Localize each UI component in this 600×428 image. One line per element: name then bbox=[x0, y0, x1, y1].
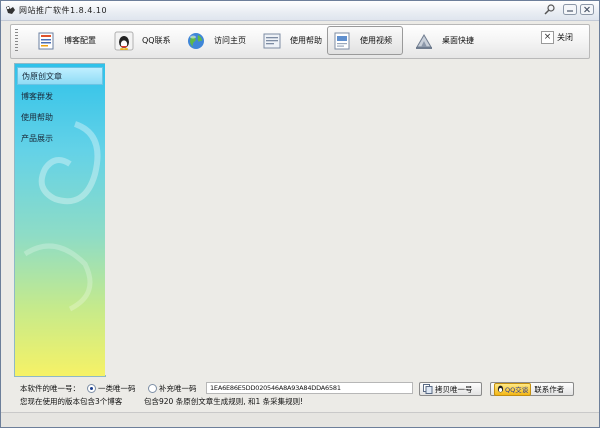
unique-code-field[interactable]: 1EA6E86E5DD020546A8A93A84DDA6581 bbox=[206, 382, 413, 394]
toolbar-desktop-shortcut-button[interactable]: 桌面快捷 bbox=[409, 26, 479, 55]
radio-primary-code-label[interactable]: 一类唯一码 bbox=[98, 383, 136, 394]
status-bar bbox=[1, 412, 599, 427]
main-toolbar: 博客配置 QQ联系 访问主页 使用帮助 使用视频 桌面快捷 × 关闭 bbox=[10, 24, 590, 59]
sidebar-item-pseudo-original[interactable]: 伪原创文章 bbox=[17, 67, 103, 85]
toolbar-qq-contact-button[interactable]: QQ联系 bbox=[109, 26, 176, 55]
footer-panel: 本软件的唯一号： 一类唯一码 补充唯一码 1EA6E86E5DD020546A8… bbox=[10, 378, 588, 410]
main-content-area bbox=[105, 63, 588, 375]
qq-penguin-icon bbox=[114, 31, 134, 50]
toolbar-desktop-shortcut-label: 桌面快捷 bbox=[442, 36, 474, 45]
radio-secondary-code[interactable] bbox=[148, 384, 157, 393]
toolbar-qq-contact-label: QQ联系 bbox=[142, 36, 171, 45]
minimize-icon[interactable] bbox=[563, 4, 577, 15]
radio-secondary-code-label[interactable]: 补充唯一码 bbox=[159, 383, 197, 394]
toolbar-help-button[interactable]: 使用帮助 bbox=[257, 26, 327, 55]
desktop-shortcut-icon bbox=[416, 33, 432, 49]
window-title: 网站推广软件1.8.4.10 bbox=[19, 6, 108, 15]
copy-code-label: 拷贝唯一号 bbox=[435, 384, 473, 394]
toolbar-blog-config-label: 博客配置 bbox=[64, 36, 96, 45]
sidebar-nav: 伪原创文章 博客群发 使用帮助 产品展示 bbox=[14, 63, 106, 377]
contact-author-button[interactable]: QQ交谈 联系作者 bbox=[490, 382, 574, 396]
close-window-icon[interactable] bbox=[580, 4, 594, 15]
toolbar-video-button[interactable]: 使用视频 bbox=[327, 26, 403, 55]
sidebar-item-help[interactable]: 使用帮助 bbox=[17, 109, 103, 127]
copy-icon bbox=[423, 384, 433, 394]
qq-chat-badge-label: QQ交谈 bbox=[505, 386, 529, 394]
unique-id-label: 本软件的唯一号： bbox=[20, 384, 80, 393]
toolbar-close-button[interactable]: × 关闭 bbox=[541, 31, 573, 44]
qq-chat-badge: QQ交谈 bbox=[494, 382, 532, 396]
copy-code-button[interactable]: 拷贝唯一号 bbox=[419, 382, 482, 396]
search-icon[interactable] bbox=[544, 4, 556, 15]
toolbar-home-label: 访问主页 bbox=[214, 36, 246, 45]
app-window: 网站推广软件1.8.4.10 博客配置 QQ联系 访问主页 使用帮助 使用视频 … bbox=[0, 0, 600, 428]
toolbar-close-label: 关闭 bbox=[557, 33, 573, 42]
toolbar-help-label: 使用帮助 bbox=[290, 36, 322, 45]
rules-note: 包含920 条原创文章生成规则, 和1 条采集规则! bbox=[144, 397, 304, 406]
toolbar-blog-config-button[interactable]: 博客配置 bbox=[31, 26, 101, 55]
video-doc-icon bbox=[334, 32, 350, 49]
title-bar: 网站推广软件1.8.4.10 bbox=[1, 1, 599, 21]
app-logo-icon bbox=[6, 6, 15, 14]
qq-penguin-small-icon bbox=[497, 385, 504, 393]
close-icon: × bbox=[541, 31, 554, 44]
toolbar-home-button[interactable]: 访问主页 bbox=[181, 26, 251, 55]
sidebar-item-blog-mass-post[interactable]: 博客群发 bbox=[17, 88, 103, 106]
toolbar-grip[interactable] bbox=[15, 29, 18, 53]
radio-primary-code[interactable] bbox=[87, 384, 96, 393]
blog-config-icon bbox=[38, 32, 54, 49]
contact-author-label: 联系作者 bbox=[534, 384, 565, 394]
globe-icon bbox=[188, 32, 204, 49]
help-doc-icon bbox=[263, 33, 281, 48]
version-note: 您现在使用的版本包含3个博客 bbox=[20, 397, 123, 406]
toolbar-video-label: 使用视频 bbox=[360, 36, 392, 45]
sidebar-item-products[interactable]: 产品展示 bbox=[17, 130, 103, 148]
